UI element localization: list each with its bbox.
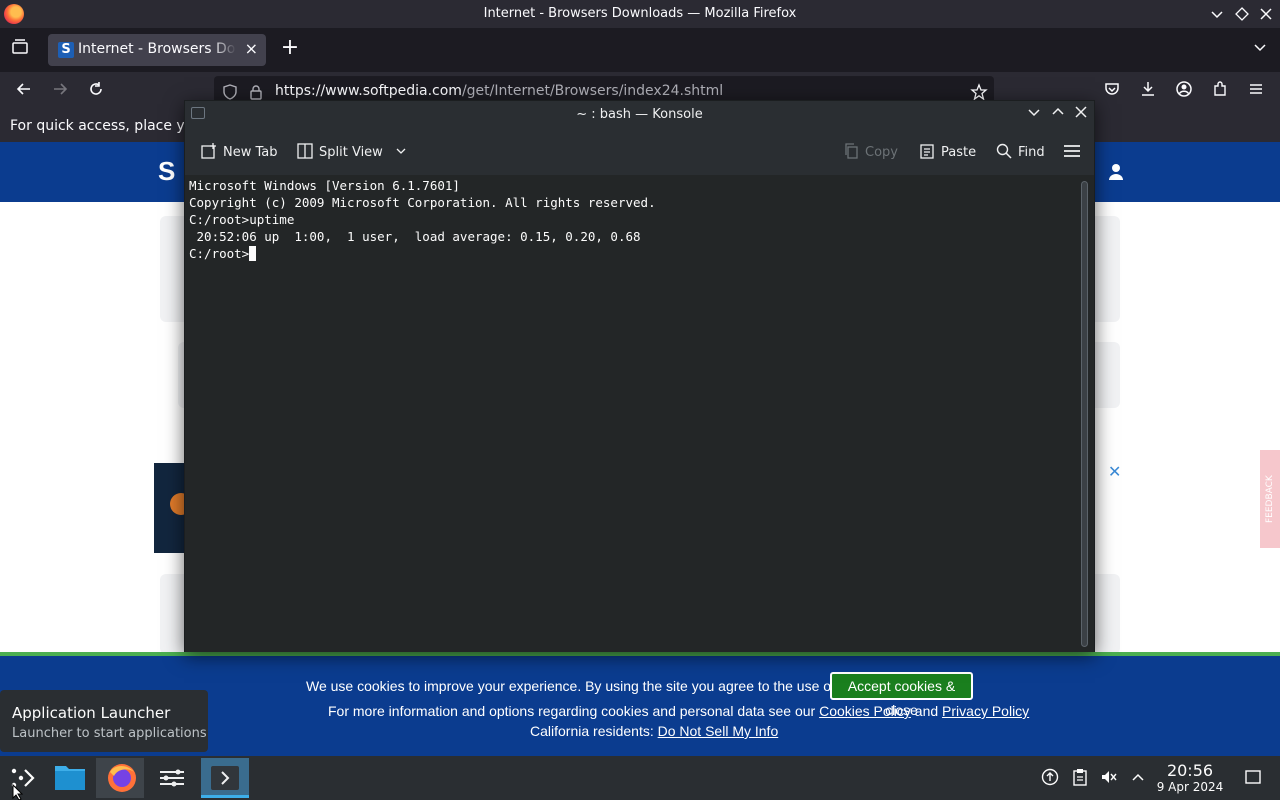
konsole-taskbar-icon[interactable] <box>201 758 249 798</box>
show-desktop-icon[interactable] <box>1244 768 1262 786</box>
firefox-taskbar-icon[interactable] <box>96 758 144 798</box>
settings-taskbar-icon[interactable] <box>148 758 196 798</box>
firefox-titlebar: Internet - Browsers Downloads — Mozilla … <box>0 0 1280 28</box>
find-label: Find <box>1018 145 1045 160</box>
copy-icon <box>845 143 858 159</box>
new-tab-button[interactable]: + <box>278 36 302 60</box>
minimize-icon[interactable] <box>1209 6 1225 22</box>
digital-clock[interactable]: 20:56 9 Apr 2024 <box>1154 761 1226 795</box>
terminal-line: Microsoft Windows [Version 6.1.7601] <box>189 178 460 193</box>
window-title: Internet - Browsers Downloads — Mozilla … <box>483 6 797 21</box>
clock-time: 20:56 <box>1166 761 1214 780</box>
split-view-label: Split View <box>319 145 383 160</box>
paste-button[interactable]: Paste <box>919 143 976 160</box>
search-icon <box>996 143 1012 159</box>
updates-icon[interactable] <box>1041 768 1059 786</box>
copy-button[interactable]: Copy <box>843 143 898 160</box>
volume-muted-icon[interactable] <box>1100 768 1118 786</box>
tab-close-icon[interactable]: × <box>245 39 258 58</box>
application-launcher-button[interactable] <box>0 758 48 798</box>
california-label: California residents: <box>530 723 654 739</box>
tab-bar: S Internet - Browsers Downloads × + <box>0 28 1280 72</box>
terminal-line: 20:52:06 up 1:00, 1 user, load average: … <box>189 229 641 244</box>
pocket-icon[interactable] <box>1100 80 1124 104</box>
paste-label: Paste <box>941 145 977 160</box>
konsole-close-icon[interactable] <box>1072 105 1090 123</box>
maximize-icon[interactable] <box>1234 6 1250 22</box>
bookmarks-hint: For quick access, place yo <box>10 118 194 134</box>
cookie-info-text: For more information and options regardi… <box>328 703 816 719</box>
terminal-line: Copyright (c) 2009 Microsoft Corporation… <box>189 195 656 210</box>
terminal-output[interactable]: Microsoft Windows [Version 6.1.7601] Copy… <box>185 175 1094 652</box>
tooltip-subtitle: Launcher to start applications <box>12 726 207 741</box>
user-icon[interactable] <box>1106 162 1126 186</box>
konsole-window[interactable]: ~ : bash — Konsole New Tab Split View Co… <box>184 100 1095 652</box>
konsole-title: ~ : bash — Konsole <box>576 107 703 122</box>
file-manager-taskbar-icon[interactable] <box>46 758 94 798</box>
and-text: and <box>914 703 939 719</box>
mouse-pointer-icon <box>12 783 24 804</box>
konsole-toolbar: New Tab Split View Copy Paste Find <box>185 129 1094 175</box>
ad-image[interactable] <box>154 463 192 553</box>
tab-softpedia[interactable]: S Internet - Browsers Downloads × <box>48 34 266 66</box>
split-view-button[interactable]: Split View <box>297 143 407 160</box>
konsole-minimize-icon[interactable] <box>1025 105 1043 123</box>
accept-cookies-button[interactable]: Accept cookies & close <box>830 672 973 718</box>
taskbar: 20:56 9 Apr 2024 <box>0 756 1280 800</box>
split-view-icon <box>297 143 313 159</box>
extensions-icon[interactable] <box>1208 80 1232 104</box>
privacy-policy-link[interactable]: Privacy Policy <box>942 703 1029 719</box>
cookie-message: We use cookies to improve your experienc… <box>306 678 891 694</box>
chevron-down-icon <box>396 148 406 154</box>
url-path: /get/Internet/Browsers/index24.shtml <box>461 83 724 99</box>
softpedia-favicon-icon: S <box>58 42 74 58</box>
hamburger-menu-icon[interactable] <box>1063 143 1081 163</box>
cookie-info-line: For more information and options regardi… <box>328 703 1029 719</box>
back-icon[interactable] <box>12 80 36 104</box>
tab-label: Internet - Browsers Downloads <box>78 41 236 57</box>
california-line: California residents: Do Not Sell My Inf… <box>530 723 778 739</box>
ad-close-icon[interactable]: ✕ <box>1108 462 1121 481</box>
new-tab-label: New Tab <box>223 145 278 160</box>
terminal-scrollbar[interactable] <box>1081 181 1088 647</box>
url-text[interactable]: https://www.softpedia.com/get/Internet/B… <box>275 83 723 99</box>
url-domain: https://www.softpedia.com <box>275 83 462 99</box>
do-not-sell-link[interactable]: Do Not Sell My Info <box>658 723 779 739</box>
feedback-tab[interactable]: FEEDBACK <box>1260 450 1280 548</box>
new-tab-button[interactable]: New Tab <box>201 143 278 160</box>
clock-date: 9 Apr 2024 <box>1156 780 1224 794</box>
site-logo-partial[interactable]: S <box>158 156 175 187</box>
find-button[interactable]: Find <box>996 143 1045 160</box>
menu-icon[interactable] <box>1244 80 1268 104</box>
paste-icon <box>920 144 934 159</box>
prompt-line[interactable]: C:/root> <box>189 245 1090 262</box>
close-icon[interactable] <box>1258 6 1274 22</box>
list-tabs-icon[interactable] <box>1248 38 1272 62</box>
chevron-up-icon[interactable] <box>1129 768 1147 786</box>
prompt: C:/root> <box>189 246 250 261</box>
copy-label: Copy <box>865 145 898 160</box>
account-icon[interactable] <box>1172 80 1196 104</box>
tab-overview-icon[interactable] <box>8 38 32 62</box>
launcher-tooltip: Application Launcher Launcher to start a… <box>0 690 208 752</box>
konsole-maximize-icon[interactable] <box>1049 105 1067 123</box>
cookies-policy-link[interactable]: Cookies Policy <box>819 703 911 719</box>
text-cursor <box>249 246 257 261</box>
terminal-line: C:/root>uptime <box>189 212 295 227</box>
forward-icon[interactable] <box>48 80 72 104</box>
new-tab-icon <box>201 143 216 159</box>
reload-icon[interactable] <box>84 80 108 104</box>
tooltip-title: Application Launcher <box>12 704 171 722</box>
clipboard-icon[interactable] <box>1071 768 1089 786</box>
downloads-icon[interactable] <box>1136 80 1160 104</box>
